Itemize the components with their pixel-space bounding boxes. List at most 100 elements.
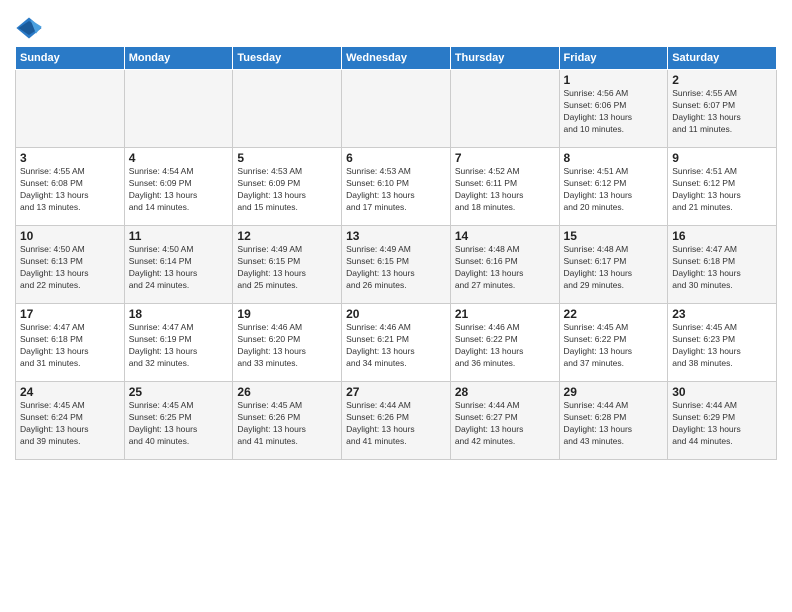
calendar-cell: [233, 70, 342, 148]
page-container: SundayMondayTuesdayWednesdayThursdayFrid…: [0, 0, 792, 465]
day-info: Sunrise: 4:45 AM Sunset: 6:26 PM Dayligh…: [237, 400, 337, 448]
day-number: 14: [455, 229, 555, 243]
day-info: Sunrise: 4:52 AM Sunset: 6:11 PM Dayligh…: [455, 166, 555, 214]
calendar-cell: 21Sunrise: 4:46 AM Sunset: 6:22 PM Dayli…: [450, 304, 559, 382]
day-number: 16: [672, 229, 772, 243]
logo: [15, 14, 45, 42]
day-info: Sunrise: 4:47 AM Sunset: 6:19 PM Dayligh…: [129, 322, 229, 370]
weekday-header-monday: Monday: [124, 47, 233, 70]
day-number: 3: [20, 151, 120, 165]
week-row-4: 17Sunrise: 4:47 AM Sunset: 6:18 PM Dayli…: [16, 304, 777, 382]
calendar-cell: 29Sunrise: 4:44 AM Sunset: 6:28 PM Dayli…: [559, 382, 668, 460]
day-info: Sunrise: 4:51 AM Sunset: 6:12 PM Dayligh…: [672, 166, 772, 214]
day-info: Sunrise: 4:56 AM Sunset: 6:06 PM Dayligh…: [564, 88, 664, 136]
calendar-cell: 10Sunrise: 4:50 AM Sunset: 6:13 PM Dayli…: [16, 226, 125, 304]
day-info: Sunrise: 4:51 AM Sunset: 6:12 PM Dayligh…: [564, 166, 664, 214]
day-number: 6: [346, 151, 446, 165]
day-number: 30: [672, 385, 772, 399]
calendar-cell: 24Sunrise: 4:45 AM Sunset: 6:24 PM Dayli…: [16, 382, 125, 460]
week-row-2: 3Sunrise: 4:55 AM Sunset: 6:08 PM Daylig…: [16, 148, 777, 226]
day-info: Sunrise: 4:50 AM Sunset: 6:14 PM Dayligh…: [129, 244, 229, 292]
calendar-cell: 18Sunrise: 4:47 AM Sunset: 6:19 PM Dayli…: [124, 304, 233, 382]
day-number: 24: [20, 385, 120, 399]
day-info: Sunrise: 4:55 AM Sunset: 6:07 PM Dayligh…: [672, 88, 772, 136]
day-info: Sunrise: 4:53 AM Sunset: 6:10 PM Dayligh…: [346, 166, 446, 214]
day-number: 18: [129, 307, 229, 321]
day-number: 4: [129, 151, 229, 165]
day-number: 8: [564, 151, 664, 165]
week-row-3: 10Sunrise: 4:50 AM Sunset: 6:13 PM Dayli…: [16, 226, 777, 304]
calendar-cell: 4Sunrise: 4:54 AM Sunset: 6:09 PM Daylig…: [124, 148, 233, 226]
day-number: 13: [346, 229, 446, 243]
day-info: Sunrise: 4:49 AM Sunset: 6:15 PM Dayligh…: [237, 244, 337, 292]
day-info: Sunrise: 4:45 AM Sunset: 6:22 PM Dayligh…: [564, 322, 664, 370]
week-row-5: 24Sunrise: 4:45 AM Sunset: 6:24 PM Dayli…: [16, 382, 777, 460]
weekday-header-friday: Friday: [559, 47, 668, 70]
calendar-cell: 5Sunrise: 4:53 AM Sunset: 6:09 PM Daylig…: [233, 148, 342, 226]
calendar-cell: 11Sunrise: 4:50 AM Sunset: 6:14 PM Dayli…: [124, 226, 233, 304]
calendar-cell: 1Sunrise: 4:56 AM Sunset: 6:06 PM Daylig…: [559, 70, 668, 148]
day-info: Sunrise: 4:45 AM Sunset: 6:24 PM Dayligh…: [20, 400, 120, 448]
day-number: 19: [237, 307, 337, 321]
weekday-header-saturday: Saturday: [668, 47, 777, 70]
day-number: 7: [455, 151, 555, 165]
calendar-cell: 25Sunrise: 4:45 AM Sunset: 6:25 PM Dayli…: [124, 382, 233, 460]
calendar-cell: 30Sunrise: 4:44 AM Sunset: 6:29 PM Dayli…: [668, 382, 777, 460]
day-number: 20: [346, 307, 446, 321]
calendar-cell: 12Sunrise: 4:49 AM Sunset: 6:15 PM Dayli…: [233, 226, 342, 304]
calendar-cell: 2Sunrise: 4:55 AM Sunset: 6:07 PM Daylig…: [668, 70, 777, 148]
day-number: 27: [346, 385, 446, 399]
day-info: Sunrise: 4:47 AM Sunset: 6:18 PM Dayligh…: [672, 244, 772, 292]
calendar-cell: 16Sunrise: 4:47 AM Sunset: 6:18 PM Dayli…: [668, 226, 777, 304]
calendar-cell: [124, 70, 233, 148]
day-info: Sunrise: 4:44 AM Sunset: 6:27 PM Dayligh…: [455, 400, 555, 448]
header: [15, 10, 777, 42]
day-info: Sunrise: 4:48 AM Sunset: 6:16 PM Dayligh…: [455, 244, 555, 292]
day-number: 29: [564, 385, 664, 399]
day-info: Sunrise: 4:53 AM Sunset: 6:09 PM Dayligh…: [237, 166, 337, 214]
day-number: 15: [564, 229, 664, 243]
calendar-cell: 28Sunrise: 4:44 AM Sunset: 6:27 PM Dayli…: [450, 382, 559, 460]
calendar-cell: [342, 70, 451, 148]
header-row: SundayMondayTuesdayWednesdayThursdayFrid…: [16, 47, 777, 70]
calendar-cell: 14Sunrise: 4:48 AM Sunset: 6:16 PM Dayli…: [450, 226, 559, 304]
calendar-cell: [450, 70, 559, 148]
day-number: 25: [129, 385, 229, 399]
calendar-cell: 13Sunrise: 4:49 AM Sunset: 6:15 PM Dayli…: [342, 226, 451, 304]
day-info: Sunrise: 4:46 AM Sunset: 6:21 PM Dayligh…: [346, 322, 446, 370]
calendar-cell: 19Sunrise: 4:46 AM Sunset: 6:20 PM Dayli…: [233, 304, 342, 382]
day-number: 12: [237, 229, 337, 243]
weekday-header-tuesday: Tuesday: [233, 47, 342, 70]
week-row-1: 1Sunrise: 4:56 AM Sunset: 6:06 PM Daylig…: [16, 70, 777, 148]
day-number: 5: [237, 151, 337, 165]
day-info: Sunrise: 4:54 AM Sunset: 6:09 PM Dayligh…: [129, 166, 229, 214]
day-number: 11: [129, 229, 229, 243]
day-info: Sunrise: 4:44 AM Sunset: 6:26 PM Dayligh…: [346, 400, 446, 448]
calendar-cell: 6Sunrise: 4:53 AM Sunset: 6:10 PM Daylig…: [342, 148, 451, 226]
calendar-cell: 7Sunrise: 4:52 AM Sunset: 6:11 PM Daylig…: [450, 148, 559, 226]
day-number: 9: [672, 151, 772, 165]
day-number: 26: [237, 385, 337, 399]
day-info: Sunrise: 4:50 AM Sunset: 6:13 PM Dayligh…: [20, 244, 120, 292]
day-info: Sunrise: 4:44 AM Sunset: 6:28 PM Dayligh…: [564, 400, 664, 448]
weekday-header-wednesday: Wednesday: [342, 47, 451, 70]
day-info: Sunrise: 4:45 AM Sunset: 6:23 PM Dayligh…: [672, 322, 772, 370]
calendar-table: SundayMondayTuesdayWednesdayThursdayFrid…: [15, 46, 777, 460]
logo-icon: [15, 14, 43, 42]
day-number: 2: [672, 73, 772, 87]
day-number: 1: [564, 73, 664, 87]
day-number: 23: [672, 307, 772, 321]
day-number: 10: [20, 229, 120, 243]
day-info: Sunrise: 4:46 AM Sunset: 6:20 PM Dayligh…: [237, 322, 337, 370]
calendar-cell: 27Sunrise: 4:44 AM Sunset: 6:26 PM Dayli…: [342, 382, 451, 460]
day-number: 17: [20, 307, 120, 321]
calendar-cell: 20Sunrise: 4:46 AM Sunset: 6:21 PM Dayli…: [342, 304, 451, 382]
calendar-cell: 17Sunrise: 4:47 AM Sunset: 6:18 PM Dayli…: [16, 304, 125, 382]
calendar-cell: 22Sunrise: 4:45 AM Sunset: 6:22 PM Dayli…: [559, 304, 668, 382]
day-number: 28: [455, 385, 555, 399]
day-info: Sunrise: 4:45 AM Sunset: 6:25 PM Dayligh…: [129, 400, 229, 448]
weekday-header-sunday: Sunday: [16, 47, 125, 70]
calendar-cell: 9Sunrise: 4:51 AM Sunset: 6:12 PM Daylig…: [668, 148, 777, 226]
calendar-cell: 3Sunrise: 4:55 AM Sunset: 6:08 PM Daylig…: [16, 148, 125, 226]
calendar-cell: 8Sunrise: 4:51 AM Sunset: 6:12 PM Daylig…: [559, 148, 668, 226]
